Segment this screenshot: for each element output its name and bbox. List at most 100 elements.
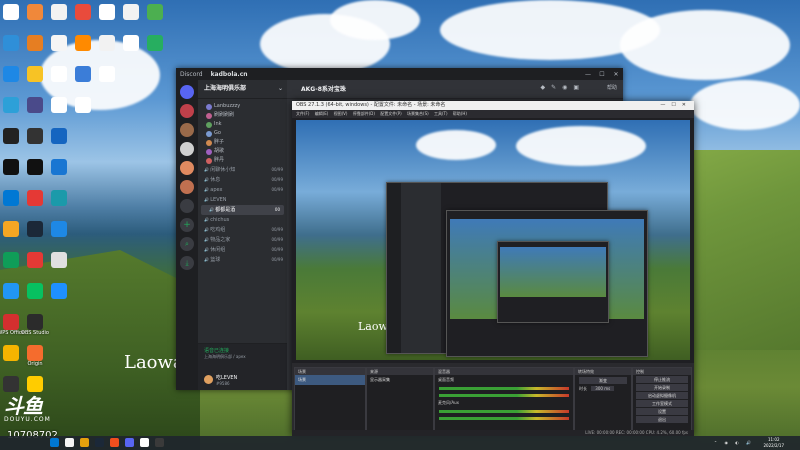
channel-user-count: 00/99 xyxy=(271,177,283,182)
voice-channel[interactable]: 🔊 休闲组 00/99 xyxy=(198,245,287,255)
maximize-icon[interactable]: ☐ xyxy=(595,71,609,78)
sources-dock-title: 来源 xyxy=(367,368,433,375)
desktop-icon[interactable] xyxy=(42,221,76,237)
voice-user[interactable]: 刷刷刷刷 xyxy=(198,111,287,120)
voice-channel[interactable]: 🔊 chichus xyxy=(198,215,287,225)
voice-user[interactable]: 胖丹 xyxy=(198,156,287,165)
voice-channel[interactable]: 🔊 LEVEN xyxy=(198,195,287,205)
channel-name: 篮球 xyxy=(210,257,221,263)
obs-control-button[interactable]: 停止推流 xyxy=(636,376,688,383)
app-icon xyxy=(51,190,67,206)
close-icon[interactable]: ✕ xyxy=(609,71,623,78)
transition-select[interactable]: 渐变 xyxy=(579,377,627,384)
obs-control-button[interactable]: 启动虚拟摄像机 xyxy=(636,392,688,399)
controls-dock: 控制 停止推流 开始录制 启动虚拟摄像机 工作室模式 设置 退出 xyxy=(632,367,692,432)
desktop-icon[interactable] xyxy=(138,35,172,51)
help-link[interactable]: 帮助 xyxy=(607,84,617,91)
taskbar-app-icon[interactable] xyxy=(125,438,134,447)
app-icon xyxy=(99,66,115,82)
voice-channel[interactable]: 🔊 篮球 00/99 xyxy=(198,255,287,265)
taskbar-clock[interactable]: 11:02 2022/2/17 xyxy=(763,437,784,449)
voice-user[interactable]: Ink xyxy=(198,120,287,129)
desktop-icon[interactable] xyxy=(90,66,124,82)
close-icon[interactable]: ✕ xyxy=(682,102,692,108)
avatar[interactable] xyxy=(204,375,213,384)
voice-channel[interactable]: 🔊 物品之家 00/99 xyxy=(198,235,287,245)
server-icon[interactable] xyxy=(180,180,194,194)
audio-meter xyxy=(439,417,569,420)
desktop-icon[interactable]: OBS Studio xyxy=(18,314,52,336)
explore-icon[interactable]: ⌕ xyxy=(180,237,194,251)
desktop-icon[interactable] xyxy=(42,128,76,144)
avatar xyxy=(206,149,212,155)
taskbar-app-icon[interactable] xyxy=(110,438,119,447)
avatar xyxy=(206,140,212,146)
app-icon xyxy=(3,283,19,299)
desktop-icon[interactable] xyxy=(18,376,52,392)
app-icon xyxy=(123,35,139,51)
desktop-icon[interactable]: Origin xyxy=(18,345,52,367)
voice-channel[interactable]: 🔊 休息 00/99 xyxy=(198,175,287,185)
voice-channel[interactable]: 🔊 吃鸡组 00/99 xyxy=(198,225,287,235)
minimize-icon[interactable]: — xyxy=(581,71,595,78)
mixer-track-name: 麦克风/Aux xyxy=(438,400,459,405)
server-icon[interactable] xyxy=(180,161,194,175)
taskbar-app-icon[interactable] xyxy=(65,438,74,447)
voice-user[interactable]: 胡歌 xyxy=(198,147,287,156)
obs-titlebar[interactable]: OBS 27.1.3 (64-bit, windows) - 配置文件: 未命名… xyxy=(292,101,694,110)
voice-channel[interactable]: 🔊 闲聊休小知 00/99 xyxy=(198,165,287,175)
maximize-icon[interactable]: ☐ xyxy=(671,102,681,108)
voice-user[interactable]: Lanbuzzzy xyxy=(198,102,287,111)
taskbar-app-icon[interactable] xyxy=(50,438,59,447)
voice-user-list: Lanbuzzzy 刷刷刷刷 Ink Go 胖子 胡歌 胖丹 xyxy=(198,102,287,165)
add-server-icon[interactable]: + xyxy=(180,218,194,232)
scenes-dock: 场景 场景 xyxy=(294,367,366,432)
controls-list: 停止推流 开始录制 启动虚拟摄像机 工作室模式 设置 退出 xyxy=(633,376,691,423)
desktop-icon[interactable] xyxy=(42,252,76,268)
system-tray[interactable]: ⌃ ◉ ◐ 🔊 xyxy=(714,440,754,445)
taskbar-app-icon[interactable] xyxy=(155,438,164,447)
voice-user[interactable]: 胖子 xyxy=(198,138,287,147)
obs-menubar[interactable]: 文件(F) 编辑(E) 视图(V) 停靠部件(D) 配置文件(P) 场景集合(S… xyxy=(292,110,694,118)
desktop-icon[interactable] xyxy=(42,283,76,299)
voice-channel[interactable]: 🔊 apex 00/99 xyxy=(198,185,287,195)
server-icon[interactable] xyxy=(180,123,194,137)
taskbar-app-icon[interactable] xyxy=(140,438,149,447)
taskbar-app-icon[interactable] xyxy=(95,438,104,447)
server-icon[interactable] xyxy=(180,142,194,156)
cloud xyxy=(416,130,496,160)
server-icon[interactable] xyxy=(180,199,194,213)
app-icon xyxy=(51,35,67,51)
channel-name: chichus xyxy=(210,217,230,223)
discord-titlebar[interactable]: Discord kadbola.cn — ☐ ✕ xyxy=(176,68,623,80)
app-icon xyxy=(99,4,115,20)
app-icon xyxy=(51,283,67,299)
source-item[interactable]: 显示器采集 xyxy=(367,375,433,385)
desktop-icon[interactable] xyxy=(42,159,76,175)
obs-control-button[interactable]: 工作室模式 xyxy=(636,400,688,407)
voice-channel[interactable]: 🔊 都都是酒 00 xyxy=(201,205,284,215)
download-icon[interactable]: ⤓ xyxy=(180,256,194,270)
obs-control-button[interactable]: 开始录制 xyxy=(636,384,688,391)
server-icon[interactable] xyxy=(180,104,194,118)
server-name[interactable]: 上海海明俱乐部 ⌄ xyxy=(198,80,287,99)
duration-value[interactable]: 300 ms xyxy=(591,386,615,391)
obs-control-button[interactable]: 设置 xyxy=(636,408,688,415)
desktop-icon[interactable] xyxy=(138,4,172,20)
voice-user-name: Go xyxy=(214,130,221,136)
audio-meter xyxy=(439,410,569,413)
obs-control-button[interactable]: 退出 xyxy=(636,416,688,423)
home-icon[interactable] xyxy=(180,85,194,99)
taskbar-app-icon[interactable] xyxy=(80,438,89,447)
voice-user[interactable]: Go xyxy=(198,129,287,138)
obs-window[interactable]: OBS 27.1.3 (64-bit, windows) - 配置文件: 未命名… xyxy=(292,101,694,436)
minimize-icon[interactable]: — xyxy=(660,102,671,108)
channel-user-count: 00/99 xyxy=(271,257,283,262)
obs-preview[interactable]: Laowa xyxy=(296,120,690,360)
header-icons[interactable]: ◆✎◉▣ xyxy=(540,84,585,91)
desktop-icon[interactable] xyxy=(66,97,100,113)
chevron-down-icon[interactable]: ⌄ xyxy=(278,80,283,98)
channel-header: AKG-8系对宝珠 ◆✎◉▣ 帮助 xyxy=(287,80,623,99)
desktop-icon[interactable] xyxy=(42,190,76,206)
scene-item[interactable]: 场景 xyxy=(295,375,365,385)
